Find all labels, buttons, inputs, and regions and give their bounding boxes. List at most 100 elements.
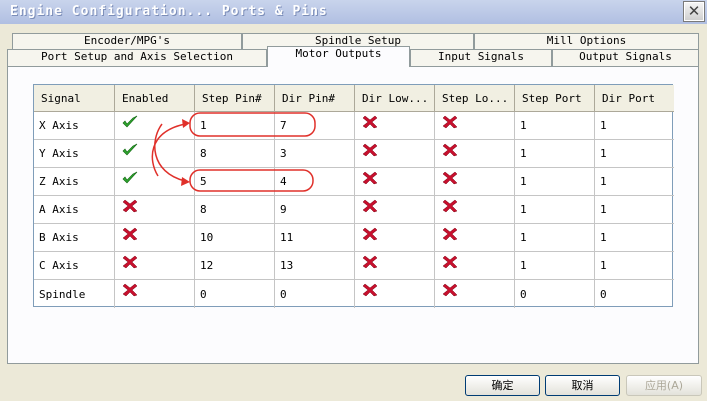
table-cell-signal: B Axis xyxy=(34,224,115,252)
column-header-dir-pin[interactable]: Dir Pin# xyxy=(275,85,355,112)
cell-value: 7 xyxy=(280,119,287,132)
table-cell-step-port[interactable]: 1 xyxy=(515,112,595,140)
cell-value: 1 xyxy=(600,175,607,188)
table-cell-step-low[interactable] xyxy=(435,196,515,224)
table-cell-dir-pin[interactable]: 13 xyxy=(275,252,355,280)
table-cell-step-low[interactable] xyxy=(435,280,515,308)
cell-value: Y Axis xyxy=(39,147,79,160)
table-cell-dir-pin[interactable]: 3 xyxy=(275,140,355,168)
column-header-label: Signal xyxy=(41,91,81,105)
table-cell-dir-pin[interactable]: 7 xyxy=(275,112,355,140)
red-x-icon[interactable] xyxy=(362,171,378,185)
red-x-icon[interactable] xyxy=(362,227,378,241)
red-x-icon[interactable] xyxy=(442,199,458,213)
table-cell-step-port[interactable]: 1 xyxy=(515,168,595,196)
table-cell-dir-port[interactable]: 1 xyxy=(595,252,674,280)
column-header-signal[interactable]: Signal xyxy=(34,85,115,112)
tab-mill-options[interactable]: Mill Options xyxy=(474,33,699,50)
table-cell-step-pin[interactable]: 8 xyxy=(195,196,275,224)
green-check-icon[interactable] xyxy=(122,171,138,185)
red-x-icon[interactable] xyxy=(442,115,458,129)
red-x-icon[interactable] xyxy=(122,255,138,269)
table-cell-step-low[interactable] xyxy=(435,224,515,252)
table-cell-step-pin[interactable]: 8 xyxy=(195,140,275,168)
column-header-step-pin[interactable]: Step Pin# xyxy=(195,85,275,112)
table-cell-step-pin[interactable]: 12 xyxy=(195,252,275,280)
table-cell-enabled[interactable] xyxy=(115,168,195,196)
table-cell-dir-port[interactable]: 1 xyxy=(595,224,674,252)
table-cell-dir-low[interactable] xyxy=(355,168,435,196)
red-x-icon[interactable] xyxy=(362,199,378,213)
table-cell-step-pin[interactable]: 0 xyxy=(195,280,275,308)
table-cell-enabled[interactable] xyxy=(115,224,195,252)
tab-port-setup[interactable]: Port Setup and Axis Selection xyxy=(7,49,267,67)
red-x-icon[interactable] xyxy=(442,227,458,241)
green-check-icon[interactable] xyxy=(122,115,138,129)
table-cell-step-low[interactable] xyxy=(435,168,515,196)
table-cell-enabled[interactable] xyxy=(115,252,195,280)
red-x-icon[interactable] xyxy=(442,143,458,157)
column-header-enabled[interactable]: Enabled xyxy=(115,85,195,112)
red-x-icon[interactable] xyxy=(362,143,378,157)
table-cell-step-port[interactable]: 1 xyxy=(515,140,595,168)
table-cell-step-pin[interactable]: 1 xyxy=(195,112,275,140)
tab-input-signals[interactable]: Input Signals xyxy=(410,49,552,67)
table-cell-dir-low[interactable] xyxy=(355,112,435,140)
table-cell-step-low[interactable] xyxy=(435,112,515,140)
table-cell-dir-port[interactable]: 1 xyxy=(595,196,674,224)
table-cell-dir-low[interactable] xyxy=(355,280,435,308)
close-button[interactable]: ✕ xyxy=(683,1,705,22)
table-cell-step-low[interactable] xyxy=(435,252,515,280)
red-x-icon[interactable] xyxy=(442,255,458,269)
title-bar: Engine Configuration... Ports & Pins ✕ xyxy=(0,0,707,24)
column-header-label: Step Pin# xyxy=(202,91,262,105)
ok-button[interactable]: 确定 xyxy=(465,375,540,396)
tab-output-signals[interactable]: Output Signals xyxy=(552,49,699,67)
table-cell-dir-pin[interactable]: 0 xyxy=(275,280,355,308)
red-x-icon[interactable] xyxy=(362,115,378,129)
table-cell-step-port[interactable]: 0 xyxy=(515,280,595,308)
table-cell-enabled[interactable] xyxy=(115,196,195,224)
table-cell-dir-port[interactable]: 1 xyxy=(595,112,674,140)
column-header-step-port[interactable]: Step Port xyxy=(515,85,595,112)
tab-motor-outputs[interactable]: Motor Outputs xyxy=(267,46,410,67)
apply-button[interactable]: 应用(A) xyxy=(626,375,702,396)
table-cell-enabled[interactable] xyxy=(115,280,195,308)
table-cell-enabled[interactable] xyxy=(115,112,195,140)
table-cell-dir-pin[interactable]: 9 xyxy=(275,196,355,224)
table-cell-signal: Spindle xyxy=(34,280,115,308)
red-x-icon[interactable] xyxy=(122,283,138,297)
table-cell-step-pin[interactable]: 10 xyxy=(195,224,275,252)
red-x-icon[interactable] xyxy=(442,171,458,185)
column-header-dir-low[interactable]: Dir Low... xyxy=(355,85,435,112)
cell-value: 1 xyxy=(600,147,607,160)
table-cell-enabled[interactable] xyxy=(115,140,195,168)
table-cell-dir-pin[interactable]: 11 xyxy=(275,224,355,252)
red-x-icon[interactable] xyxy=(442,283,458,297)
red-x-icon[interactable] xyxy=(362,283,378,297)
cancel-button[interactable]: 取消 xyxy=(545,375,620,396)
red-x-icon[interactable] xyxy=(122,199,138,213)
green-check-icon[interactable] xyxy=(122,143,138,157)
red-x-icon[interactable] xyxy=(122,227,138,241)
table-cell-dir-low[interactable] xyxy=(355,140,435,168)
red-x-icon[interactable] xyxy=(362,255,378,269)
table-cell-dir-low[interactable] xyxy=(355,252,435,280)
column-header-dir-port[interactable]: Dir Port xyxy=(595,85,674,112)
table-cell-dir-pin[interactable]: 4 xyxy=(275,168,355,196)
cell-value: 8 xyxy=(200,203,207,216)
tab-encoder-mpg[interactable]: Encoder/MPG's xyxy=(12,33,242,50)
cell-value: 1 xyxy=(600,203,607,216)
table-cell-dir-low[interactable] xyxy=(355,224,435,252)
cell-value: 1 xyxy=(600,119,607,132)
table-cell-step-low[interactable] xyxy=(435,140,515,168)
table-cell-step-port[interactable]: 1 xyxy=(515,224,595,252)
table-cell-dir-low[interactable] xyxy=(355,196,435,224)
table-cell-dir-port[interactable]: 0 xyxy=(595,280,674,308)
table-cell-step-pin[interactable]: 5 xyxy=(195,168,275,196)
table-cell-dir-port[interactable]: 1 xyxy=(595,168,674,196)
table-cell-step-port[interactable]: 1 xyxy=(515,252,595,280)
table-cell-step-port[interactable]: 1 xyxy=(515,196,595,224)
column-header-step-low[interactable]: Step Lo... xyxy=(435,85,515,112)
table-cell-dir-port[interactable]: 1 xyxy=(595,140,674,168)
